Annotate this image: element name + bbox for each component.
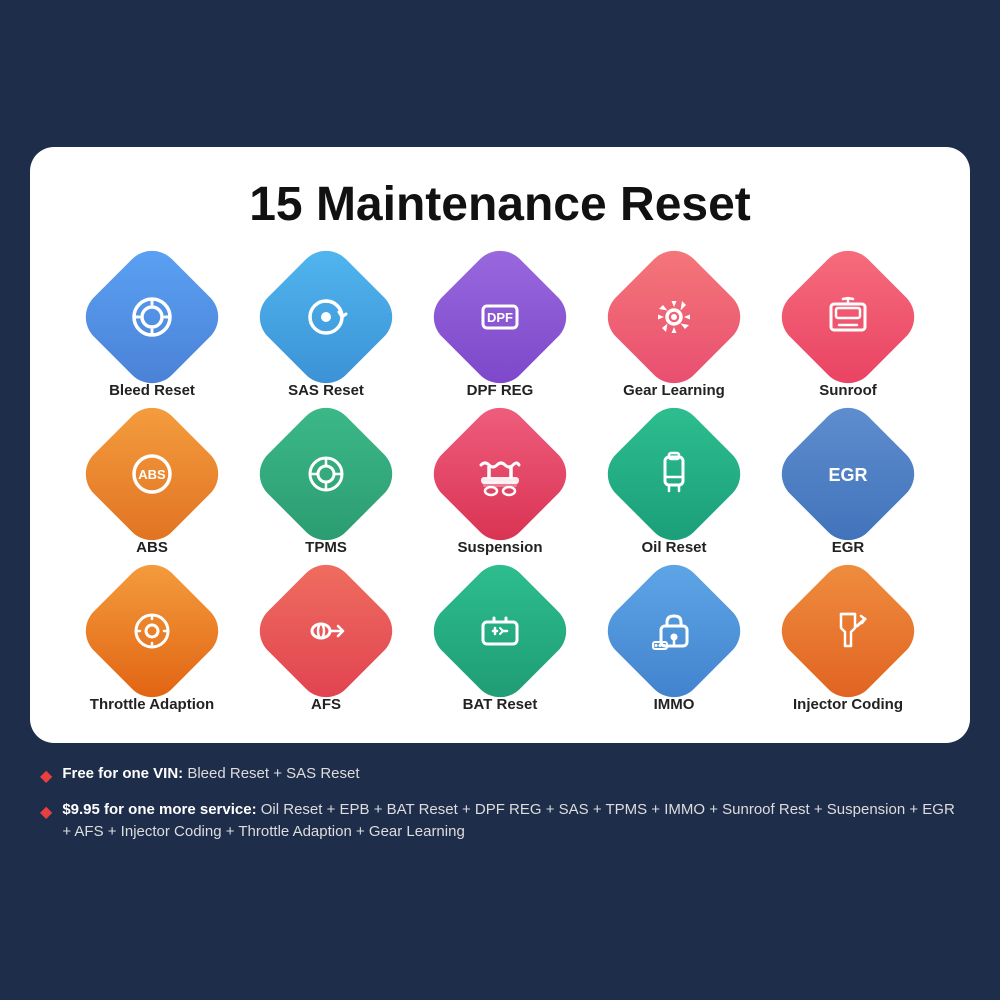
item-label: EGR <box>832 539 865 556</box>
item-label: BAT Reset <box>463 696 538 713</box>
immo-icon <box>619 576 729 686</box>
sas-icon <box>271 262 381 372</box>
item-label: AFS <box>311 696 341 713</box>
icon-wrap <box>248 239 404 395</box>
suspension-icon <box>445 419 555 529</box>
items-grid: Bleed Reset SAS Reset DPF DPF REG <box>70 262 930 713</box>
info-text: $9.95 for one more service: Oil Reset + … <box>62 799 960 844</box>
grid-item-throttle-adaption[interactable]: Throttle Adaption <box>70 576 234 713</box>
icon-wrap <box>248 396 404 552</box>
main-card: 15 Maintenance Reset Bleed Reset SAS Res… <box>30 147 970 743</box>
grid-item-bleed-reset[interactable]: Bleed Reset <box>70 262 234 399</box>
grid-item-gear-learning[interactable]: Gear Learning <box>592 262 756 399</box>
item-label: Injector Coding <box>793 696 903 713</box>
icon-wrap <box>770 553 926 709</box>
svg-text:DPF: DPF <box>487 310 513 325</box>
page-title: 15 Maintenance Reset <box>70 177 930 232</box>
icon-wrap: EGR <box>770 396 926 552</box>
grid-item-dpf-reg[interactable]: DPF DPF REG <box>418 262 582 399</box>
item-label: DPF REG <box>467 382 534 399</box>
gear-icon <box>619 262 729 372</box>
grid-item-egr[interactable]: EGR EGR <box>766 419 930 556</box>
egr-icon: EGR <box>793 419 903 529</box>
info-text: Free for one VIN: Bleed Reset + SAS Rese… <box>62 763 359 786</box>
throttle-icon <box>97 576 207 686</box>
icon-wrap <box>596 396 752 552</box>
item-label: ABS <box>136 539 168 556</box>
item-label: Bleed Reset <box>109 382 195 399</box>
grid-item-sas-reset[interactable]: SAS Reset <box>244 262 408 399</box>
bat-icon <box>445 576 555 686</box>
dpf-icon: DPF <box>445 262 555 372</box>
info-row-0: ◆ Free for one VIN: Bleed Reset + SAS Re… <box>40 763 960 789</box>
svg-text:ABS: ABS <box>138 467 166 482</box>
grid-item-injector-coding[interactable]: Injector Coding <box>766 576 930 713</box>
svg-text:EGR: EGR <box>828 465 867 485</box>
abs-icon: ABS <box>97 419 207 529</box>
icon-wrap <box>596 553 752 709</box>
grid-item-abs[interactable]: ABS ABS <box>70 419 234 556</box>
item-label: IMMO <box>654 696 695 713</box>
item-label: TPMS <box>305 539 347 556</box>
grid-item-sunroof[interactable]: Sunroof <box>766 262 930 399</box>
bleed-icon <box>97 262 207 372</box>
icon-wrap <box>74 239 230 395</box>
icon-wrap <box>596 239 752 395</box>
info-row-1: ◆ $9.95 for one more service: Oil Reset … <box>40 799 960 844</box>
item-label: Suspension <box>457 539 542 556</box>
tpms-icon <box>271 419 381 529</box>
icon-wrap <box>74 553 230 709</box>
grid-item-tpms[interactable]: TPMS <box>244 419 408 556</box>
grid-item-afs[interactable]: AFS <box>244 576 408 713</box>
grid-item-bat-reset[interactable]: BAT Reset <box>418 576 582 713</box>
afs-icon <box>271 576 381 686</box>
icon-wrap <box>248 553 404 709</box>
diamond-icon: ◆ <box>40 801 52 825</box>
sunroof-icon <box>793 262 903 372</box>
diamond-icon: ◆ <box>40 765 52 789</box>
icon-wrap <box>422 553 578 709</box>
grid-item-suspension[interactable]: Suspension <box>418 419 582 556</box>
item-label: Gear Learning <box>623 382 725 399</box>
icon-wrap <box>422 396 578 552</box>
grid-item-oil-reset[interactable]: Oil Reset <box>592 419 756 556</box>
oil-icon <box>619 419 729 529</box>
injector-icon <box>793 576 903 686</box>
item-label: Sunroof <box>819 382 877 399</box>
item-label: SAS Reset <box>288 382 364 399</box>
icon-wrap <box>770 239 926 395</box>
info-section: ◆ Free for one VIN: Bleed Reset + SAS Re… <box>30 763 970 854</box>
icon-wrap: DPF <box>422 239 578 395</box>
grid-item-immo[interactable]: IMMO <box>592 576 756 713</box>
icon-wrap: ABS <box>74 396 230 552</box>
item-label: Throttle Adaption <box>90 696 214 713</box>
item-label: Oil Reset <box>641 539 706 556</box>
